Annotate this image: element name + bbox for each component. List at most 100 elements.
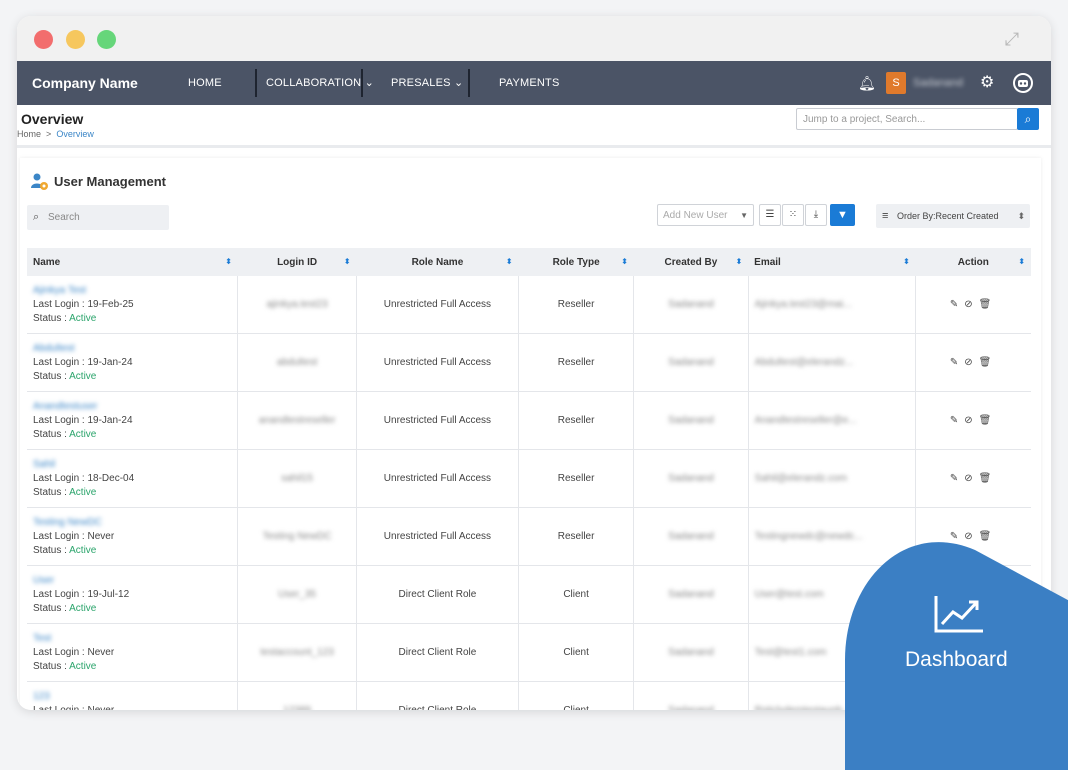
trash-icon[interactable]: 🗑︎ <box>979 415 998 426</box>
sort-icon[interactable]: ⬍ <box>621 257 628 266</box>
close-window-button[interactable] <box>34 30 53 49</box>
cell-created-by: Sadanand <box>633 449 749 508</box>
email: Abdultest@elerandz... <box>754 357 854 368</box>
project-search-input[interactable]: Jump to a project, Search... <box>796 108 1018 130</box>
column-header-login-id[interactable]: Login ID ⬍ <box>237 248 357 276</box>
email: Sahil@elerandz.com <box>754 473 848 484</box>
edit-icon[interactable]: ✎ <box>950 357 964 368</box>
cell-role-name: Direct Client Role <box>356 565 519 624</box>
maximize-window-button[interactable] <box>97 30 116 49</box>
cell-role-name: Unrestricted Full Access <box>356 333 519 392</box>
users-icon <box>31 173 48 190</box>
column-header-role-name[interactable]: Role Name ⬍ <box>356 248 519 276</box>
breadcrumb-home[interactable]: Home <box>17 129 41 139</box>
user-name-link[interactable]: User <box>33 574 237 588</box>
status-line: Status : Active <box>33 370 237 384</box>
cell-role-name: Direct Client Role <box>356 623 519 682</box>
edit-icon[interactable]: ✎ <box>950 415 964 426</box>
block-icon[interactable]: ⊘ <box>964 473 978 484</box>
block-icon[interactable]: ⊘ <box>964 415 978 426</box>
order-by-value: Recent Created <box>935 211 999 221</box>
dashboard-label[interactable]: Dashboard <box>905 648 1008 672</box>
nav-payments[interactable]: PAYMENTS <box>499 61 559 105</box>
column-label: Email <box>754 256 781 268</box>
sort-icon[interactable]: ⬍ <box>344 257 351 266</box>
minimize-window-button[interactable] <box>66 30 85 49</box>
status-label: Status : <box>33 660 67 672</box>
trend-chart-icon[interactable] <box>933 594 985 634</box>
last-login: Last Login : Never <box>33 530 115 542</box>
block-icon[interactable]: ⊘ <box>964 357 978 368</box>
sort-icon[interactable]: ⬍ <box>903 257 910 266</box>
last-login: Last Login : 18-Dec-04 <box>33 472 135 484</box>
caret-down-icon: ▼ <box>740 211 748 220</box>
last-login: Last Login : 19-Jul-12 <box>33 588 130 600</box>
user-name[interactable]: Sadanand <box>913 61 963 105</box>
bell-icon[interactable]: 🔔︎ <box>858 61 876 105</box>
status-badge: Active <box>69 602 97 614</box>
search-icon[interactable]: ⌕ <box>1017 108 1039 130</box>
cell-role-type: Client <box>518 681 635 710</box>
cell-login-id: sahil15 <box>237 449 357 508</box>
block-icon[interactable]: ⊘ <box>964 299 978 310</box>
user-name-link[interactable]: Testing NewDC <box>33 516 237 530</box>
last-login: Last Login : 19-Jan-24 <box>33 356 133 368</box>
order-by-select[interactable]: ≡ Order By:Recent Created ⬍ <box>876 204 1030 228</box>
email: Ajinkya.test23@mai... <box>754 299 852 310</box>
cell-role-name: Unrestricted Full Access <box>356 391 519 450</box>
search-icon: ⌕ <box>33 211 40 223</box>
list-view-icon[interactable]: ☰ <box>759 204 781 226</box>
cell-created-by: Sadanand <box>633 391 749 450</box>
column-header-created-by[interactable]: Created By ⬍ <box>633 248 749 276</box>
sort-icon[interactable]: ⬍ <box>735 257 742 266</box>
trash-icon[interactable]: 🗑︎ <box>979 357 998 368</box>
filter-icon[interactable]: ▼ <box>830 204 855 226</box>
cell-role-name: Unrestricted Full Access <box>356 507 519 566</box>
trash-icon[interactable]: 🗑︎ <box>979 299 998 310</box>
edit-icon[interactable]: ✎ <box>950 473 964 484</box>
column-header-action[interactable]: Action ⬍ <box>915 248 1031 276</box>
sort-icon[interactable]: ⬍ <box>225 257 232 266</box>
column-label: Action <box>957 256 989 268</box>
email: Rsticlydemtestaunb... <box>755 705 851 710</box>
support-icon[interactable] <box>1012 61 1034 105</box>
expand-icon[interactable]: ⤢ <box>1001 28 1023 50</box>
cell-name: 123Last Login : NeverStatus : Active <box>27 681 239 710</box>
nav-presales[interactable]: PRESALES ⌄ <box>391 61 463 105</box>
cell-name: Ajinkya Test Last Login : 19-Feb-25 Status… <box>27 276 239 334</box>
sort-icon[interactable]: ⬍ <box>1018 257 1025 266</box>
cell-login-id: Testing NewDC <box>237 507 357 566</box>
user-search-input[interactable]: ⌕ Search <box>27 205 169 230</box>
cell-name: Test Last Login : Never Status : Active <box>27 623 239 682</box>
column-header-email[interactable]: Email ⬍ <box>748 248 916 276</box>
column-header-name[interactable]: Name ⬍ <box>27 248 238 276</box>
login-id: 12389 <box>283 705 311 710</box>
user-name-link[interactable]: 123 <box>33 690 237 704</box>
user-name-link[interactable]: Ajinkya Test <box>33 284 237 298</box>
breadcrumb-current: Overview <box>56 129 94 139</box>
download-icon[interactable]: ⤓ <box>805 204 827 226</box>
column-label: Name <box>33 256 61 268</box>
cell-created-by: Sadanand <box>633 276 749 334</box>
user-name-link[interactable]: Anandtestuser <box>33 400 237 414</box>
user-name-link[interactable]: Test <box>33 632 237 646</box>
column-header-role-type[interactable]: Role Type ⬍ <box>518 248 634 276</box>
trash-icon[interactable]: 🗑︎ <box>979 473 998 484</box>
user-name-link[interactable]: Abdultest <box>33 342 237 356</box>
add-new-user-select[interactable]: Add New User ▼ <box>657 204 754 226</box>
edit-icon[interactable]: ✎ <box>950 299 964 310</box>
avatar[interactable]: S <box>886 72 906 94</box>
column-label: Created By <box>664 256 718 268</box>
cell-name: Abdultest Last Login : 19-Jan-24 Status : … <box>27 333 239 392</box>
nav-home[interactable]: HOME <box>188 61 222 105</box>
gear-icon[interactable]: ⚙ <box>980 61 994 105</box>
nav-collaboration[interactable]: COLLABORATION ⌄ <box>266 61 374 105</box>
user-name-link[interactable]: Sahil <box>33 458 237 472</box>
table-row: Anandtestuser Last Login : 19-Jan-24 Statu… <box>27 391 1031 450</box>
sort-icon[interactable]: ⬍ <box>506 257 513 266</box>
table-row: Abdultest Last Login : 19-Jan-24 Status : … <box>27 333 1031 392</box>
nav-divider <box>255 69 257 97</box>
grid-view-icon[interactable]: ⁙ <box>782 204 804 226</box>
brand-name[interactable]: Company Name <box>32 61 138 105</box>
cell-login-id: 12389 <box>237 681 357 710</box>
